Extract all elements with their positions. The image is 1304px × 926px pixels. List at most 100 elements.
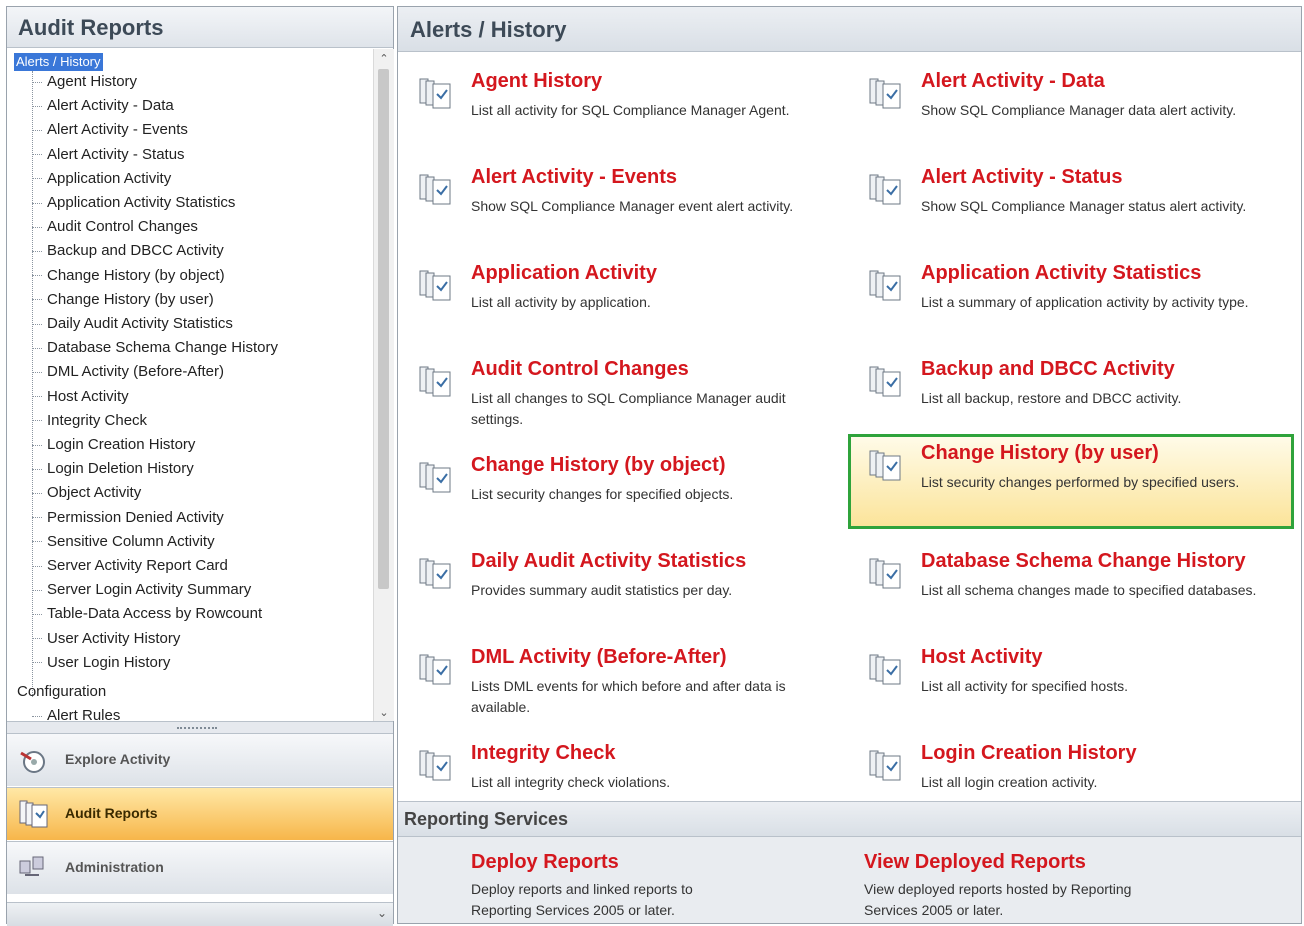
tree-node-label: Object Activity (47, 484, 142, 502)
tree-connector (32, 662, 42, 664)
report-card[interactable]: Audit Control Changes List all changes to… (398, 350, 838, 442)
administration-icon (19, 856, 44, 876)
tree-node-label: Application Activity Statistics (47, 194, 236, 211)
report-title[interactable]: Alert Activity - Events (471, 166, 677, 189)
report-card[interactable]: Alert Activity - Events Show SQL Complian… (398, 158, 838, 250)
report-description: List all changes to SQL Compliance Manag… (471, 390, 786, 427)
deploy-reports-link[interactable]: Deploy Reports Deploy reports and linked… (471, 851, 831, 921)
tree-scrollbar[interactable]: ⌃ ⌄ (373, 49, 394, 721)
report-card[interactable]: Application Activity List all activity by… (398, 254, 838, 346)
tree-node[interactable]: Audit Control Changes (32, 216, 198, 238)
tree-node[interactable]: Alert Activity - Events (32, 119, 188, 141)
scroll-down-arrow-icon[interactable]: ⌄ (374, 705, 394, 721)
report-card[interactable]: DML Activity (Before-After) Lists DML eve… (398, 638, 838, 730)
report-title[interactable]: Daily Audit Activity Statistics (471, 550, 746, 573)
tree-connector (32, 299, 42, 301)
tree-node-configuration[interactable]: Configuration (17, 681, 106, 703)
tree-node[interactable]: Backup and DBCC Activity (32, 240, 224, 262)
report-card[interactable]: Daily Audit Activity Statistics Provides … (398, 542, 838, 634)
report-card[interactable]: Change History (by user) List security ch… (848, 434, 1294, 529)
tree-node[interactable]: Integrity Check (32, 410, 147, 432)
tree-node[interactable]: Change History (by object) (32, 265, 225, 287)
report-icon (868, 268, 904, 304)
report-title[interactable]: DML Activity (Before-After) (471, 646, 727, 669)
tree-node-label: Audit Control Changes (47, 218, 198, 236)
tree-node[interactable]: Table-Data Access by Rowcount (32, 603, 262, 625)
tree-node[interactable]: Server Activity Report Card (32, 555, 228, 577)
report-icon (868, 556, 904, 592)
tree-node[interactable]: Application Activity Statistics (32, 192, 235, 214)
report-card[interactable]: Change History (by object) List security … (398, 446, 838, 538)
report-description: List all integrity check violations. (471, 774, 671, 790)
tree-node[interactable]: Sensitive Column Activity (32, 531, 215, 553)
report-icon (418, 652, 454, 688)
report-title[interactable]: Change History (by object) (471, 454, 725, 477)
nav-label: Explore Activity (65, 751, 171, 767)
report-card[interactable]: Alert Activity - Status Show SQL Complian… (848, 158, 1288, 250)
tree-node[interactable]: Login Deletion History (32, 458, 194, 480)
tree-node-alert-rules[interactable]: Alert Rules (32, 705, 120, 721)
report-title[interactable]: Application Activity Statistics (921, 262, 1201, 285)
tree-node[interactable]: Database Schema Change History (32, 337, 278, 359)
report-title[interactable]: Alert Activity - Data (921, 70, 1105, 93)
report-title[interactable]: Change History (by user) (921, 442, 1159, 465)
report-title[interactable]: Application Activity (471, 262, 657, 285)
tree-node-alerts-history[interactable]: Alerts / History (14, 53, 103, 71)
tree-node[interactable]: Change History (by user) (32, 289, 214, 311)
report-card[interactable]: Database Schema Change History List all s… (848, 542, 1288, 634)
tree-node-label: Application Activity (47, 169, 172, 187)
nav-overflow-bar[interactable]: ⌄ (7, 902, 393, 926)
view-deployed-reports-link[interactable]: View Deployed Reports View deployed repo… (864, 851, 1224, 921)
report-card[interactable]: Backup and DBCC Activity List all backup,… (848, 350, 1288, 442)
tree-node[interactable]: Object Activity (32, 482, 141, 504)
report-title[interactable]: Integrity Check (471, 742, 615, 765)
tree-connector (32, 81, 42, 83)
report-card[interactable]: Host Activity List all activity for speci… (848, 638, 1288, 730)
report-title[interactable]: View Deployed Reports (864, 851, 1224, 874)
scroll-thumb[interactable] (378, 69, 389, 589)
tree-node[interactable]: User Activity History (32, 628, 180, 650)
tree-node-label: Integrity Check (47, 411, 148, 429)
report-description: Provides summary audit statistics per da… (471, 582, 733, 598)
tree-node[interactable]: Permission Denied Activity (32, 507, 224, 529)
tree-node[interactable]: Daily Audit Activity Statistics (32, 313, 233, 335)
report-title[interactable]: Audit Control Changes (471, 358, 689, 381)
scroll-up-arrow-icon[interactable]: ⌃ (374, 51, 394, 67)
report-icon (868, 448, 904, 484)
tree-node[interactable]: Application Activity (32, 168, 171, 190)
report-title[interactable]: Deploy Reports (471, 851, 831, 874)
report-card[interactable]: Application Activity Statistics List a su… (848, 254, 1288, 346)
report-icon (868, 364, 904, 400)
tree-node-label: Host Activity (47, 387, 129, 405)
tree-node-label: Backup and DBCC Activity (47, 242, 224, 260)
tree-node-label: Login Creation History (47, 436, 196, 453)
tree-node[interactable]: Server Login Activity Summary (32, 579, 251, 601)
tree-node-label: Change History (by object) (47, 266, 225, 284)
tree-node[interactable]: Alert Activity - Data (32, 95, 174, 117)
tree-node[interactable]: Host Activity (32, 386, 129, 408)
report-icon (418, 172, 454, 208)
splitter-grip (177, 727, 217, 729)
report-title[interactable]: Host Activity (921, 646, 1043, 669)
report-title[interactable]: Backup and DBCC Activity (921, 358, 1175, 381)
report-card[interactable]: Agent History List all activity for SQL C… (398, 62, 838, 154)
report-icon (868, 172, 904, 208)
tree-node[interactable]: Login Creation History (32, 434, 195, 456)
tree-node-label: Table-Data Access by Rowcount (47, 605, 263, 623)
report-title[interactable]: Database Schema Change History (921, 550, 1246, 573)
report-title[interactable]: Alert Activity - Status (921, 166, 1123, 189)
tree-node[interactable]: User Login History (32, 652, 170, 674)
report-title[interactable]: Agent History (471, 70, 602, 93)
report-description: List a summary of application activity b… (921, 294, 1249, 310)
tree-node[interactable]: DML Activity (Before-After) (32, 361, 224, 383)
nav-explore-activity[interactable]: Explore Activity (7, 733, 393, 786)
nav-administration[interactable]: Administration (7, 841, 393, 894)
report-card[interactable]: Alert Activity - Data Show SQL Compliance… (848, 62, 1288, 154)
report-title[interactable]: Login Creation History (921, 742, 1137, 765)
chevron-down-icon[interactable]: ⌄ (377, 906, 387, 920)
tree-connector (32, 638, 42, 640)
nav-audit-reports[interactable]: Audit Reports (7, 787, 393, 840)
tree-node[interactable]: Agent History (32, 71, 137, 93)
report-description: Show SQL Compliance Manager status alert… (921, 198, 1247, 214)
tree-node[interactable]: Alert Activity - Status (32, 144, 185, 166)
